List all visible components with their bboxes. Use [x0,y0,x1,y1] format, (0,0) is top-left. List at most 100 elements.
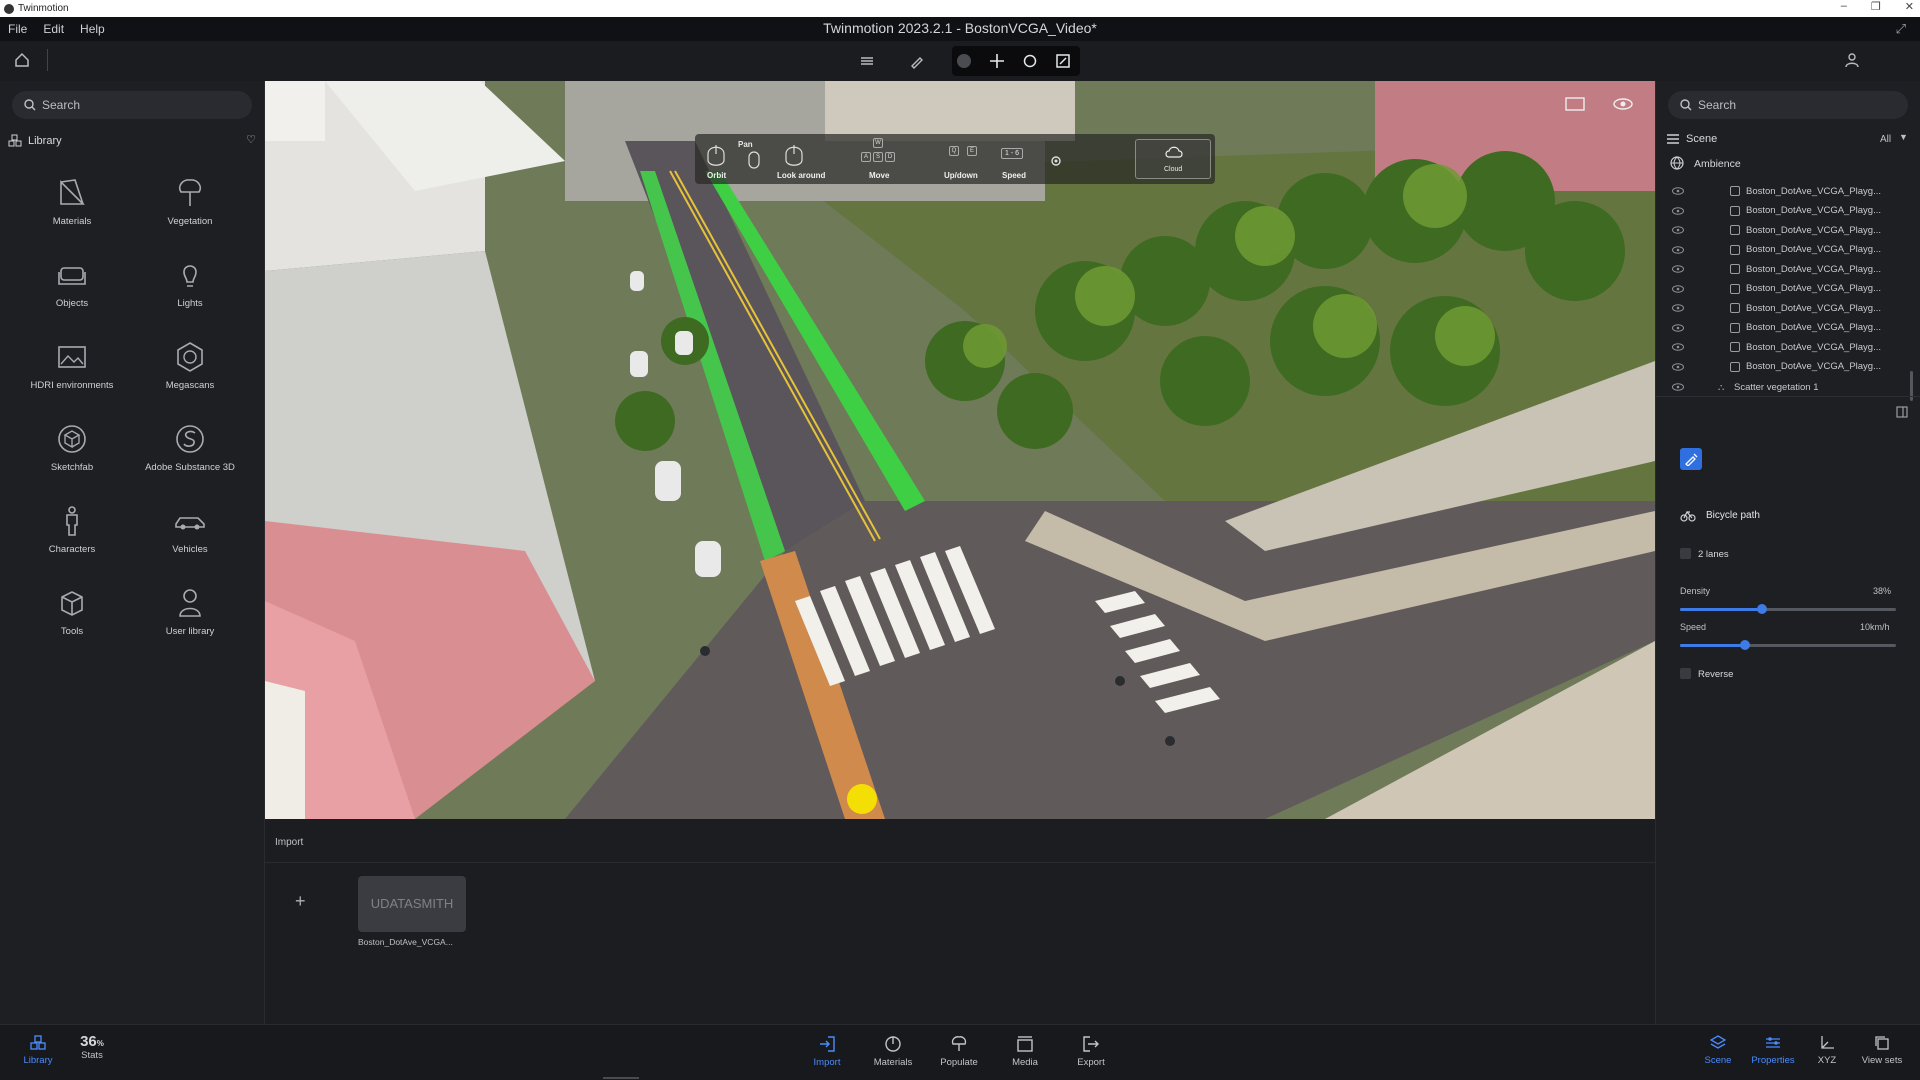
two-lanes-checkbox[interactable] [1680,548,1691,559]
visibility-eye-icon[interactable] [1672,206,1684,215]
sketchfab-icon [58,425,86,453]
menu-file[interactable]: File [0,22,35,36]
scene-tree-row[interactable]: Boston_DotAve_VCGA_Playg... [1656,319,1906,337]
dock-export[interactable]: Export [1061,1035,1121,1068]
filter-chevron-down-icon[interactable]: ▼ [1899,132,1908,142]
visibility-eye-icon[interactable] [1672,304,1684,312]
user-icon[interactable] [1844,52,1860,68]
maximize-button[interactable]: ❐ [1871,0,1881,13]
scatter-vegetation-row[interactable]: ⛬ Scatter vegetation 1 [1656,378,1906,396]
cloud-icon [1165,146,1183,158]
scene-tree-row[interactable]: Boston_DotAve_VCGA_Playg... [1656,202,1906,220]
library-objects[interactable]: Objects [17,258,127,328]
cloud-button[interactable]: Cloud [1135,139,1211,179]
paint-path-tool-button[interactable] [1680,448,1702,470]
close-button[interactable]: ✕ [1905,0,1914,13]
scale-icon[interactable] [1055,53,1071,69]
layers-icon[interactable] [859,53,875,69]
scene-tree-row[interactable]: Boston_DotAve_VCGA_Playg... [1656,299,1906,317]
library-lights[interactable]: Lights [135,258,245,328]
dock-xyz[interactable]: XYZ [1797,1035,1857,1066]
panel-toggle-icon[interactable] [1896,406,1908,418]
sofa-icon [58,267,86,285]
favorites-heart-icon[interactable]: ♡ [246,133,256,146]
library-tools[interactable]: Tools [17,586,127,656]
visibility-eye-icon[interactable] [1672,284,1684,293]
visibility-eye-icon[interactable] [1672,362,1684,371]
dock-materials[interactable]: Materials [863,1035,923,1068]
ambience-label[interactable]: Ambience [1694,158,1741,170]
visibility-eye-icon[interactable] [1672,265,1684,273]
rotate-icon[interactable] [1022,53,1038,69]
scene-search-input[interactable] [1698,98,1878,112]
twinmotion-logo-icon [4,3,14,14]
reverse-checkbox[interactable] [1680,668,1691,679]
paint-brush-icon[interactable] [909,53,925,69]
dock-stats[interactable]: 36% Stats [62,1033,122,1061]
xyz-axes-icon [1821,1036,1834,1049]
library-hdri[interactable]: HDRI environments [17,340,127,410]
menu-edit[interactable]: Edit [35,22,72,36]
fullscreen-icon[interactable]: ⤢ [1896,21,1906,37]
dock-populate[interactable]: Populate [929,1035,989,1068]
speed-slider[interactable] [1680,640,1896,650]
menu-help[interactable]: Help [72,22,113,36]
dock-properties[interactable]: Properties [1743,1035,1803,1066]
density-slider[interactable] [1680,604,1896,614]
dock-library[interactable]: Library [8,1035,68,1066]
visibility-eye-icon[interactable] [1672,383,1684,391]
dock-populate-label: Populate [940,1057,978,1068]
scene-filter[interactable]: All [1880,134,1891,145]
library-vehicles[interactable]: Vehicles [135,504,245,574]
visibility-eye-icon[interactable] [1672,187,1684,195]
visibility-eye-icon[interactable] [1672,343,1684,351]
library-user-label: User library [165,626,215,637]
walk-mode-icon[interactable] [956,53,972,69]
scene-tree-row[interactable]: Boston_DotAve_VCGA_Playg... [1656,280,1906,298]
search-icon [1680,99,1692,111]
visibility-eye-icon[interactable] [1672,245,1684,254]
settings-gear-icon[interactable] [1050,155,1062,167]
library-search[interactable] [12,91,252,119]
scene-search[interactable] [1668,91,1908,119]
add-import-button[interactable]: + [295,891,306,912]
scene-tree-row[interactable]: Boston_DotAve_VCGA_Playg... [1656,338,1906,356]
library-substance-label: Adobe Substance 3D [145,462,235,473]
visibility-eye-icon[interactable] [1672,323,1684,332]
visibility-eye-icon[interactable] [1672,226,1684,234]
minimize-button[interactable]: – [1841,0,1847,13]
library-sketchfab-label: Sketchfab [50,462,94,473]
scene-tree-row[interactable]: Boston_DotAve_VCGA_Playg... [1656,260,1906,278]
datasmith-asset-card[interactable]: UDATASMITH [358,876,466,932]
panel-divider [1656,396,1920,397]
viewport-layout-icon[interactable] [1565,97,1585,111]
dock-media[interactable]: Media [995,1035,1055,1068]
dock-view-sets[interactable]: View sets [1852,1035,1912,1066]
eye-icon[interactable] [1613,97,1633,111]
scatter-label: Scatter vegetation 1 [1734,381,1819,393]
3d-viewport[interactable]: Pan Orbit Look around W A S D Move Q E U… [265,81,1655,819]
library-megascans[interactable]: Megascans [135,340,245,410]
key-q: Q [949,146,959,156]
library-substance[interactable]: Adobe Substance 3D [135,422,245,492]
library-materials[interactable]: Materials [17,176,127,246]
library-sketchfab[interactable]: Sketchfab [17,422,127,492]
library-user[interactable]: User library [135,586,245,656]
nav-move-label: Move [869,171,890,180]
speed-value: 10km/h [1860,622,1890,632]
scene-tree-row[interactable]: Boston_DotAve_VCGA_Playg... [1656,221,1906,239]
density-slider-thumb[interactable] [1757,604,1768,614]
scene-tree-row[interactable]: Boston_DotAve_VCGA_Playg... [1656,241,1906,259]
library-characters[interactable]: Characters [17,504,127,574]
scene-tree-row[interactable]: Boston_DotAve_VCGA_Playg... [1656,182,1906,200]
home-icon[interactable] [14,52,30,68]
scene-tree-row[interactable]: Boston_DotAve_VCGA_Playg... [1656,358,1906,376]
library-search-input[interactable] [42,98,222,112]
dock-import[interactable]: Import [797,1035,857,1068]
dock-scene[interactable]: Scene [1688,1035,1748,1066]
dock-stats-label: Stats [81,1050,103,1061]
mouse-orbit-icon [707,145,725,166]
move-icon[interactable] [989,53,1005,69]
library-vegetation[interactable]: Vegetation [135,176,245,246]
speed-slider-thumb[interactable] [1739,640,1750,650]
